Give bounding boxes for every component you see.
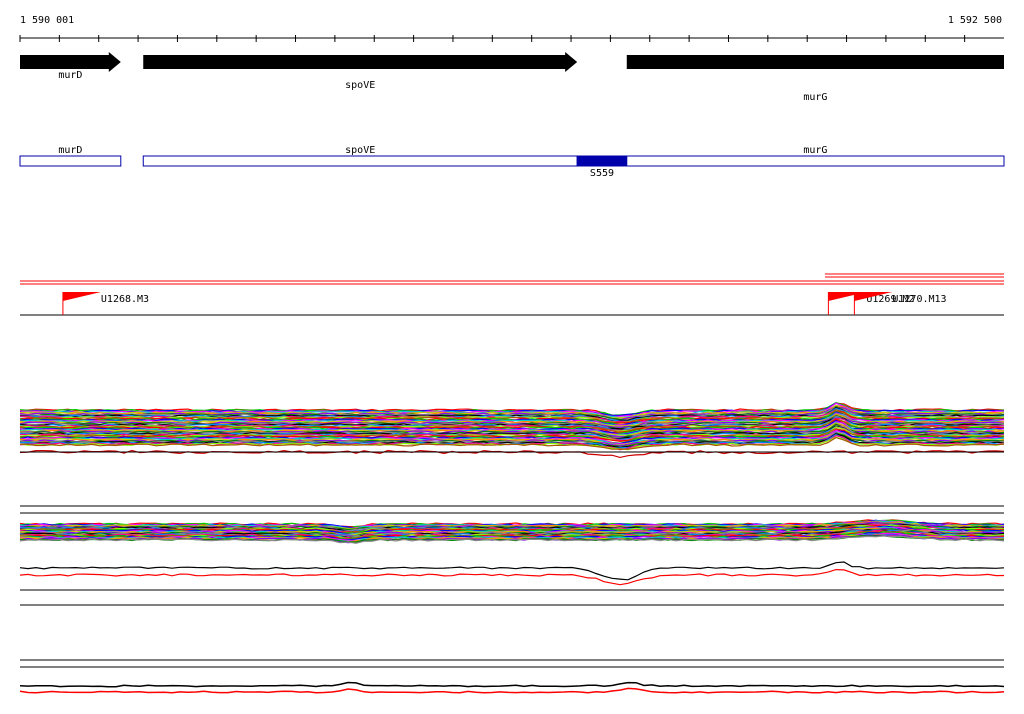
profile-line bbox=[19, 681, 1005, 688]
tss-flag bbox=[62, 292, 101, 301]
tss-label: U1270.M13 bbox=[892, 294, 946, 305]
segment-label: murD bbox=[58, 145, 82, 156]
segment-box bbox=[142, 155, 578, 167]
gene-arrow bbox=[626, 55, 1004, 69]
segment-box bbox=[626, 155, 1005, 167]
segment-label: S559 bbox=[590, 168, 614, 179]
ruler-end-label: 1 592 500 bbox=[948, 15, 1002, 26]
gene-label: murD bbox=[58, 70, 82, 81]
segment-track: murD spoVE S559 murG bbox=[19, 145, 1005, 179]
segment-box bbox=[19, 155, 122, 167]
tss-label: U1268.M3 bbox=[101, 294, 149, 305]
gene-arrow bbox=[20, 52, 121, 72]
profile-line bbox=[19, 568, 1005, 586]
tss-track: U1268.M3 U1269.M2U1270.M13 bbox=[20, 273, 1004, 316]
gene-label: murG bbox=[803, 92, 827, 103]
gene-label: spoVE bbox=[345, 80, 375, 91]
genome-browser-canvas: 1 590 001 1 592 500 murD spoVE murG murD sp… bbox=[19, 15, 1005, 694]
segment-box bbox=[576, 155, 628, 167]
expression-profiles bbox=[19, 402, 1005, 694]
coordinate-ruler: 1 590 001 1 592 500 bbox=[19, 15, 1004, 42]
ruler-start-label: 1 590 001 bbox=[20, 15, 74, 26]
segment-label: spoVE bbox=[345, 145, 375, 156]
profile-line bbox=[19, 687, 1005, 694]
profile-line bbox=[19, 561, 1005, 581]
segment-label: murG bbox=[803, 145, 827, 156]
gene-arrow bbox=[143, 52, 578, 72]
gene-track: murD spoVE murG bbox=[20, 52, 1004, 103]
